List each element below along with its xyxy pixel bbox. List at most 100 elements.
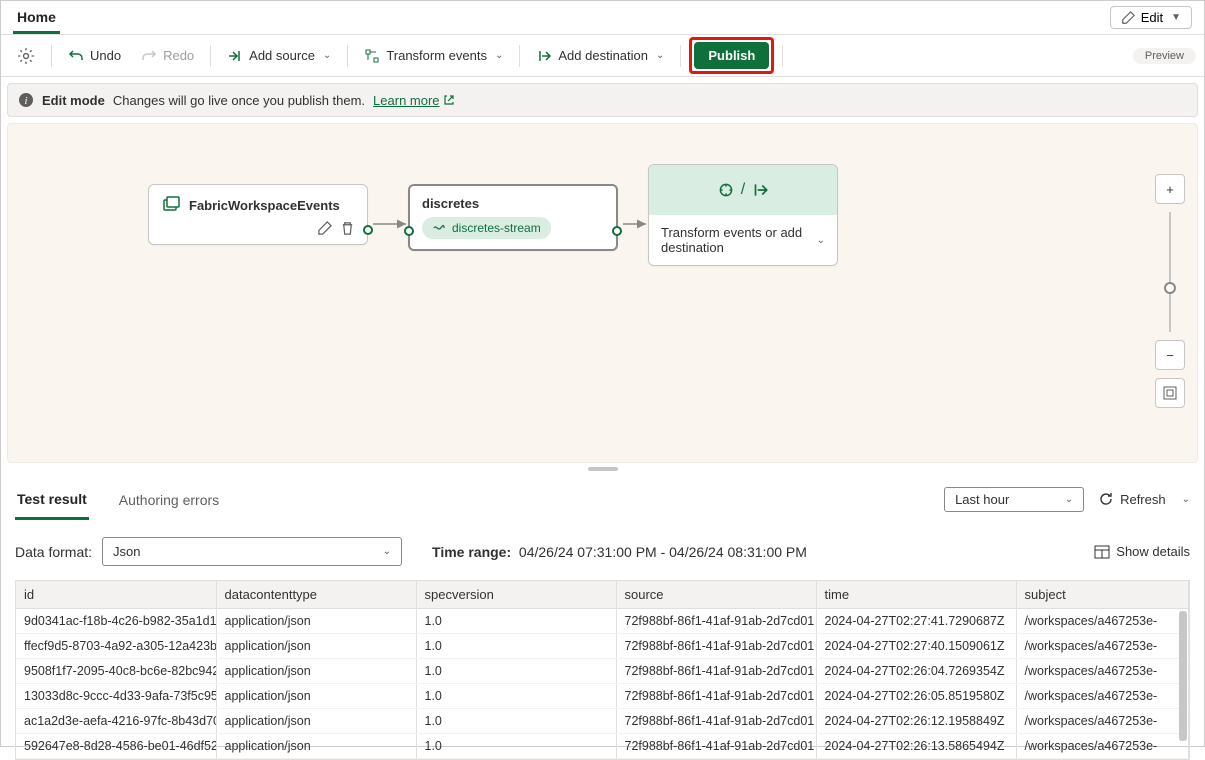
time-range-value: Last hour — [955, 492, 1009, 507]
source-node[interactable]: FabricWorkspaceEvents — [148, 184, 368, 245]
stream-node[interactable]: discretes discretes-stream — [408, 184, 618, 251]
cell: ac1a2d3e-aefa-4216-97fc-8b43d70 — [16, 709, 216, 734]
time-range-label: Time range: — [432, 544, 511, 560]
show-details-button[interactable]: Show details — [1094, 544, 1190, 559]
fit-view-button[interactable] — [1155, 378, 1185, 408]
cell: /workspaces/a467253e- — [1016, 609, 1189, 634]
input-port[interactable] — [404, 226, 414, 236]
refresh-label: Refresh — [1120, 492, 1166, 507]
chevron-down-icon: ▼ — [1171, 12, 1181, 23]
results-table: iddatacontenttypespecversionsourcetimesu… — [15, 580, 1190, 760]
chevron-down-icon: ⌄ — [1065, 494, 1073, 505]
workspace-icon — [161, 195, 181, 215]
column-header[interactable]: datacontenttype — [216, 581, 416, 609]
column-header[interactable]: subject — [1016, 581, 1189, 609]
zoom-slider[interactable] — [1169, 212, 1171, 332]
tab-authoring-errors[interactable]: Authoring errors — [117, 480, 221, 518]
table-row[interactable]: ffecf9d5-8703-4a92-a305-12a423bapplicati… — [16, 634, 1189, 659]
undo-button[interactable]: Undo — [60, 43, 129, 69]
add-source-icon — [227, 48, 243, 64]
separator — [51, 45, 52, 67]
chevron-down-icon[interactable]: ⌄ — [1182, 494, 1190, 505]
cell: application/json — [216, 709, 416, 734]
pencil-icon[interactable] — [317, 221, 332, 236]
publish-button[interactable]: Publish — [694, 42, 769, 69]
canvas[interactable]: FabricWorkspaceEvents discretes discrete… — [7, 123, 1198, 463]
edit-mode-bar: i Edit mode Changes will go live once yo… — [7, 83, 1198, 117]
table-row[interactable]: 592647e8-8d28-4586-be01-46df52applicatio… — [16, 734, 1189, 759]
chevron-down-icon: ⌄ — [383, 546, 391, 557]
table-row[interactable]: 9508f1f7-2095-40c8-bc6e-82bc942applicati… — [16, 659, 1189, 684]
column-header[interactable]: time — [816, 581, 1016, 609]
destination-placeholder-node[interactable]: / Transform events or add destination ⌄ — [648, 164, 838, 266]
data-format-select[interactable]: Json ⌄ — [102, 537, 402, 566]
cell: 1.0 — [416, 684, 616, 709]
time-range-select[interactable]: Last hour ⌄ — [944, 487, 1084, 512]
edit-button[interactable]: Edit ▼ — [1110, 6, 1192, 29]
output-port[interactable] — [612, 226, 622, 236]
add-dest-label: Add destination — [558, 48, 648, 63]
transform-icon — [364, 48, 380, 64]
add-dest-button[interactable]: Add destination ⌄ — [528, 43, 672, 69]
table-row[interactable]: ac1a2d3e-aefa-4216-97fc-8b43d70applicati… — [16, 709, 1189, 734]
cell: /workspaces/a467253e- — [1016, 734, 1189, 759]
redo-button[interactable]: Redo — [133, 43, 202, 69]
table-row[interactable]: 13033d8c-9ccc-4d33-9afa-73f5c95applicati… — [16, 684, 1189, 709]
cell: 2024-04-27T02:26:05.8519580Z — [816, 684, 1016, 709]
mode-title: Edit mode — [42, 93, 105, 108]
pencil-icon — [1121, 11, 1135, 25]
column-header[interactable]: id — [16, 581, 216, 609]
redo-label: Redo — [163, 48, 194, 63]
resize-handle[interactable] — [1, 463, 1204, 475]
column-header[interactable]: specversion — [416, 581, 616, 609]
tab-test-result[interactable]: Test result — [15, 479, 89, 520]
info-icon: i — [18, 92, 34, 108]
cell: application/json — [216, 609, 416, 634]
output-port[interactable] — [363, 225, 373, 235]
table-row[interactable]: 9d0341ac-f18b-4c26-b982-35a1d1fapplicati… — [16, 609, 1189, 634]
transform-button[interactable]: Transform events ⌄ — [356, 43, 511, 69]
stream-chip[interactable]: discretes-stream — [422, 217, 551, 239]
add-source-button[interactable]: Add source ⌄ — [219, 43, 339, 69]
separator — [347, 45, 348, 67]
cell: 1.0 — [416, 734, 616, 759]
cell: 1.0 — [416, 634, 616, 659]
cell: 13033d8c-9ccc-4d33-9afa-73f5c95 — [16, 684, 216, 709]
cell: 1.0 — [416, 659, 616, 684]
learn-more-link[interactable]: Learn more — [373, 93, 454, 108]
zoom-out-button[interactable]: − — [1155, 340, 1185, 370]
zoom-controls: + − — [1155, 174, 1185, 408]
filters-row: Data format: Json ⌄ Time range: 04/26/24… — [15, 523, 1190, 580]
add-source-label: Add source — [249, 48, 315, 63]
undo-icon — [68, 48, 84, 64]
details-icon — [1094, 545, 1110, 559]
transform-label: Transform events — [386, 48, 487, 63]
zoom-thumb[interactable] — [1164, 282, 1176, 294]
cell: 72f988bf-86f1-41af-91ab-2d7cd01 — [616, 634, 816, 659]
cell: 2024-04-27T02:26:04.7269354Z — [816, 659, 1016, 684]
cell: 1.0 — [416, 709, 616, 734]
cell: 72f988bf-86f1-41af-91ab-2d7cd01 — [616, 659, 816, 684]
cell: 2024-04-27T02:26:12.1958849Z — [816, 709, 1016, 734]
tab-home[interactable]: Home — [13, 1, 60, 34]
cell: 9d0341ac-f18b-4c26-b982-35a1d1f — [16, 609, 216, 634]
cell: 1.0 — [416, 609, 616, 634]
trash-icon[interactable] — [340, 221, 355, 236]
learn-more-label: Learn more — [373, 93, 439, 108]
publish-highlight: Publish — [689, 37, 774, 74]
scrollbar[interactable] — [1179, 611, 1187, 741]
settings-button[interactable] — [9, 42, 43, 70]
redo-icon — [141, 48, 157, 64]
cell: 2024-04-27T02:27:41.7290687Z — [816, 609, 1016, 634]
fit-icon — [1162, 385, 1178, 401]
preview-badge: Preview — [1133, 48, 1196, 64]
zoom-in-button[interactable]: + — [1155, 174, 1185, 204]
separator — [519, 45, 520, 67]
chevron-down-icon: ⌄ — [495, 50, 503, 61]
svg-text:i: i — [24, 95, 27, 107]
transform-icon — [717, 181, 735, 199]
cell: /workspaces/a467253e- — [1016, 709, 1189, 734]
column-header[interactable]: source — [616, 581, 816, 609]
refresh-button[interactable]: Refresh — [1098, 491, 1166, 507]
chevron-down-icon[interactable]: ⌄ — [817, 235, 825, 246]
